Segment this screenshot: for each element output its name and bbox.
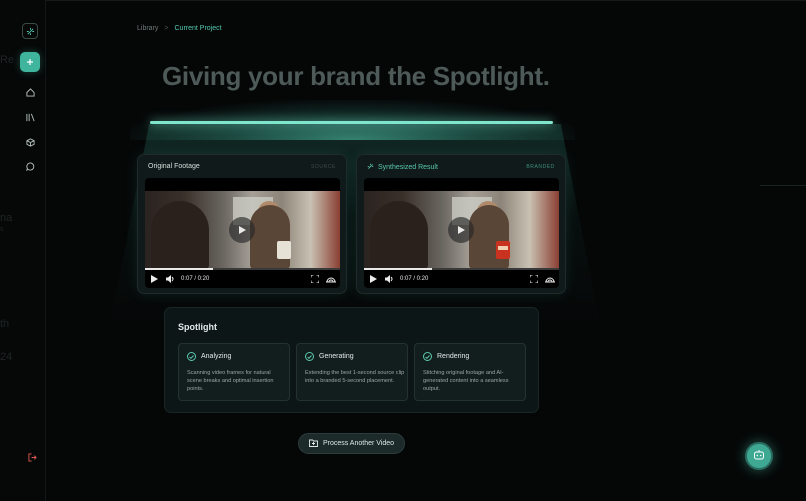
step-description: Scanning video frames for natural scene … <box>187 370 274 393</box>
play-overlay-button[interactable] <box>229 217 255 243</box>
assistant-button[interactable] <box>745 442 773 470</box>
breadcrumb-current: Current Project <box>174 25 222 32</box>
chat-icon[interactable] <box>22 158 38 174</box>
logout-icon[interactable] <box>25 450 39 464</box>
plus-icon <box>26 53 34 71</box>
folder-icon <box>309 439 318 449</box>
result-title-text: Synthesized Result <box>378 164 438 171</box>
new-project-button[interactable] <box>20 52 40 72</box>
check-icon <box>423 352 432 361</box>
volume-icon[interactable] <box>165 274 175 284</box>
time-display: 0:07 / 0:20 <box>181 276 210 282</box>
step-analyzing: Analyzing Scanning video frames for natu… <box>178 343 290 401</box>
branded-tag: BRANDED <box>526 164 555 170</box>
right-pane-divider <box>760 185 806 186</box>
step-generating: Generating Extending the best 1-second s… <box>296 343 408 401</box>
play-icon[interactable] <box>368 274 378 284</box>
robot-icon <box>753 447 765 465</box>
breadcrumb-separator: > <box>164 25 169 32</box>
breadcrumb-library[interactable]: Library <box>137 25 158 32</box>
ghost-text: Re <box>0 54 15 66</box>
video-player[interactable]: 0:07 / 0:20 <box>364 178 559 288</box>
ghost-text: na <box>0 212 13 224</box>
step-title: Analyzing <box>201 353 232 360</box>
breadcrumb: Library > Current Project <box>137 25 222 32</box>
library-icon[interactable] <box>22 109 38 125</box>
sidebar <box>0 0 46 501</box>
player-controls: 0:07 / 0:20 <box>145 270 340 288</box>
spotlight-panel: Spotlight Analyzing Scanning video frame… <box>164 307 539 413</box>
fullscreen-icon[interactable] <box>529 274 539 284</box>
card-title: Original Footage <box>148 163 200 170</box>
cast-icon[interactable] <box>545 274 555 284</box>
cast-icon[interactable] <box>326 274 336 284</box>
video-player[interactable]: 0:07 / 0:20 <box>145 178 340 288</box>
step-rendering: Rendering Stitching original footage and… <box>414 343 526 401</box>
step-description: Stitching original footage and AI-genera… <box>423 370 509 393</box>
step-description: Extending the best 1-second source clip … <box>305 370 405 385</box>
step-title: Generating <box>319 353 354 360</box>
process-another-video-button[interactable]: Process Another Video <box>298 433 405 454</box>
ghost-text: 24 <box>0 351 13 363</box>
process-button-label: Process Another Video <box>322 440 395 447</box>
play-icon[interactable] <box>149 274 159 284</box>
ghost-text: s <box>0 226 4 233</box>
volume-icon[interactable] <box>384 274 394 284</box>
home-icon[interactable] <box>22 84 38 100</box>
page-title: Giving your brand the Spotlight. <box>162 61 550 91</box>
step-title: Rendering <box>437 353 470 360</box>
panel-title: Spotlight <box>178 322 217 332</box>
ghost-text: th <box>0 318 10 330</box>
check-icon <box>187 352 196 361</box>
sparkle-icon <box>367 163 374 172</box>
logo-icon[interactable] <box>22 23 38 39</box>
source-tag: SOURCE <box>311 164 336 170</box>
fullscreen-icon[interactable] <box>310 274 320 284</box>
card-title: Synthesized Result <box>367 163 438 172</box>
box-icon[interactable] <box>22 134 38 150</box>
synthesized-result-card: Synthesized Result BRANDED 0:07 / 0:20 <box>356 154 566 294</box>
original-footage-card: Original Footage SOURCE 0:07 / 0:20 <box>137 154 347 294</box>
play-overlay-button[interactable] <box>448 217 474 243</box>
check-icon <box>305 352 314 361</box>
spotlight-beam <box>150 121 553 124</box>
time-display: 0:07 / 0:20 <box>400 276 429 282</box>
top-divider <box>46 0 806 1</box>
player-controls: 0:07 / 0:20 <box>364 270 559 288</box>
